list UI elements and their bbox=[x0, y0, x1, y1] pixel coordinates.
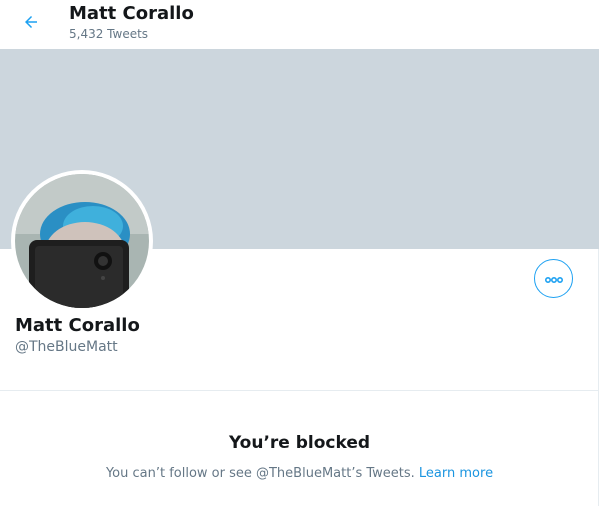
back-button[interactable] bbox=[12, 5, 50, 43]
blocked-message: You can’t follow or see @TheBlueMatt’s T… bbox=[0, 465, 599, 483]
divider bbox=[0, 390, 599, 391]
more-options-icon bbox=[544, 269, 564, 288]
profile-page: Matt Corallo 5,432 Tweets Matt Corallo @… bbox=[0, 0, 599, 506]
tweet-count: 5,432 Tweets bbox=[69, 27, 149, 41]
blocked-message-text: You can’t follow or see @TheBlueMatt’s T… bbox=[105, 466, 415, 481]
display-name: Matt Corallo bbox=[15, 315, 140, 336]
blocked-title: You’re blocked bbox=[228, 433, 371, 453]
top-bar: Matt Corallo 5,432 Tweets bbox=[0, 0, 599, 49]
page-title: Matt Corallo bbox=[69, 3, 194, 24]
more-options-button[interactable] bbox=[534, 259, 573, 298]
arrow-left-icon bbox=[22, 13, 40, 35]
user-handle: @TheBlueMatt bbox=[15, 339, 118, 355]
avatar-image bbox=[15, 174, 149, 308]
learn-more-link[interactable]: Learn more bbox=[419, 466, 493, 481]
avatar[interactable] bbox=[11, 170, 153, 312]
